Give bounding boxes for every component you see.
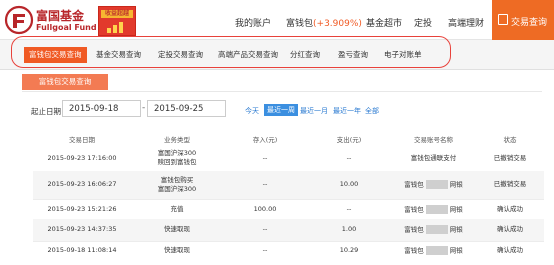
subnav-highlight-ring <box>11 36 451 68</box>
promo-badge-text: 收益超越 <box>101 10 133 18</box>
table-row[interactable]: 2015-09-23 17:16:00 富国沪深300 赎回到富钱包 -- -- … <box>33 145 544 171</box>
nav-premium[interactable]: 高端理财 <box>448 16 484 29</box>
nav-my-account[interactable]: 我的账户 <box>235 16 271 29</box>
col-header-type: 业务类型 <box>164 136 190 144</box>
cell-account: 富钱包 网银 <box>391 198 476 219</box>
cell-date: 2015-09-23 15:21:26 <box>33 198 131 219</box>
nav-query-active[interactable]: 交易查询 <box>492 0 554 40</box>
cell-status: 确认成功 <box>476 240 544 259</box>
masked-account <box>425 204 448 214</box>
cell-out: -- <box>346 153 352 162</box>
masked-account <box>425 180 448 189</box>
table-row[interactable]: 2015-09-23 15:21:26 充值 100.00 -- 富钱包 网银 确… <box>33 198 544 219</box>
table-header-row: 交易日期 业务类型 存入(元) 支出(元) 交易账号名称 状态 <box>33 133 544 145</box>
top-header: 富国基金 Fullgoal Fund 收益超越 我的账户 富钱包(+3.909%… <box>0 0 554 40</box>
brand-name-cn[interactable]: 富国基金 <box>36 7 84 24</box>
promo-badge[interactable]: 收益超越 <box>98 6 136 36</box>
cell-date: 2015-09-23 16:06:27 <box>33 171 131 199</box>
cell-in: -- <box>223 240 307 259</box>
cell-type: 富钱包购买 富国沪深300 <box>131 171 223 199</box>
table-row[interactable]: 2015-09-23 14:37:35 快速取现 -- 1.00 富钱包 网银 确… <box>33 219 544 241</box>
nav-wallet-label: 富钱包 <box>286 19 314 29</box>
cell-account: 富钱包通联支付 <box>410 153 457 162</box>
nav-fixed-invest[interactable]: 定投 <box>414 16 432 29</box>
cell-type: 快速取现 <box>131 219 223 241</box>
cell-in: -- <box>223 171 307 199</box>
fullgoal-logo-icon[interactable] <box>4 5 34 35</box>
range-all[interactable]: 全部 <box>365 106 379 116</box>
masked-account <box>425 225 448 234</box>
nav-fund-market[interactable]: 基金超市 <box>366 16 402 29</box>
query-icon <box>498 14 508 25</box>
cell-in: -- <box>223 219 307 241</box>
cell-out: -- <box>307 198 391 219</box>
table-row[interactable]: 2015-09-18 11:08:14 快速取现 -- 10.29 富钱包 网银 … <box>33 240 544 259</box>
col-header-in: 存入(元) <box>252 136 278 144</box>
cell-status: 确认成功 <box>476 198 544 219</box>
date-separator: - <box>142 103 146 113</box>
end-date-input[interactable] <box>147 100 226 117</box>
cell-out: 1.00 <box>307 219 391 241</box>
cell-out: 10.00 <box>307 171 391 199</box>
cell-out: 10.29 <box>307 240 391 259</box>
masked-account <box>425 245 448 255</box>
cell-date: 2015-09-23 17:16:00 <box>47 153 117 162</box>
cell-in: -- <box>262 153 268 162</box>
col-header-date: 交易日期 <box>69 136 95 144</box>
cell-status: 已撤销交易 <box>493 153 527 162</box>
nav-query-label: 交易查询 <box>511 18 548 28</box>
cell-in: 100.00 <box>223 198 307 219</box>
cell-account: 富钱包 网银 <box>391 219 476 241</box>
cell-status: 已撤销交易 <box>476 171 544 199</box>
nav-wallet[interactable]: 富钱包(+3.909%) <box>286 16 362 29</box>
cell-date: 2015-09-23 14:37:35 <box>33 219 131 241</box>
bar-chart-icon <box>107 21 127 33</box>
cell-account: 富钱包 网银 <box>391 240 476 259</box>
start-date-input[interactable] <box>62 100 141 117</box>
range-last-month[interactable]: 最近一月 <box>300 106 328 116</box>
panel-tab-wallet-query[interactable]: 富钱包交易查询 <box>22 74 108 90</box>
cell-type: 快速取现 <box>131 240 223 259</box>
brand-name-en: Fullgoal Fund <box>36 23 97 32</box>
col-header-status: 状态 <box>503 136 517 144</box>
range-today[interactable]: 今天 <box>245 106 259 116</box>
transaction-table: 交易日期 业务类型 存入(元) 支出(元) 交易账号名称 状态 2015-09-… <box>33 133 544 259</box>
range-last-week[interactable]: 最近一周 <box>264 104 298 116</box>
nav-wallet-rate: (+3.909%) <box>313 19 362 29</box>
cell-type: 充值 <box>131 198 223 219</box>
col-header-out: 支出(元) <box>336 136 362 144</box>
cell-type: 富国沪深300 赎回到富钱包 <box>157 149 197 166</box>
cell-status: 确认成功 <box>476 219 544 241</box>
cell-date: 2015-09-18 11:08:14 <box>33 240 131 259</box>
range-last-year[interactable]: 最近一年 <box>333 106 361 116</box>
cell-account: 富钱包 网银 <box>391 171 476 199</box>
col-header-account: 交易账号名称 <box>414 136 453 144</box>
table-row[interactable]: 2015-09-23 16:06:27 富钱包购买 富国沪深300 -- 10.0… <box>33 171 544 199</box>
